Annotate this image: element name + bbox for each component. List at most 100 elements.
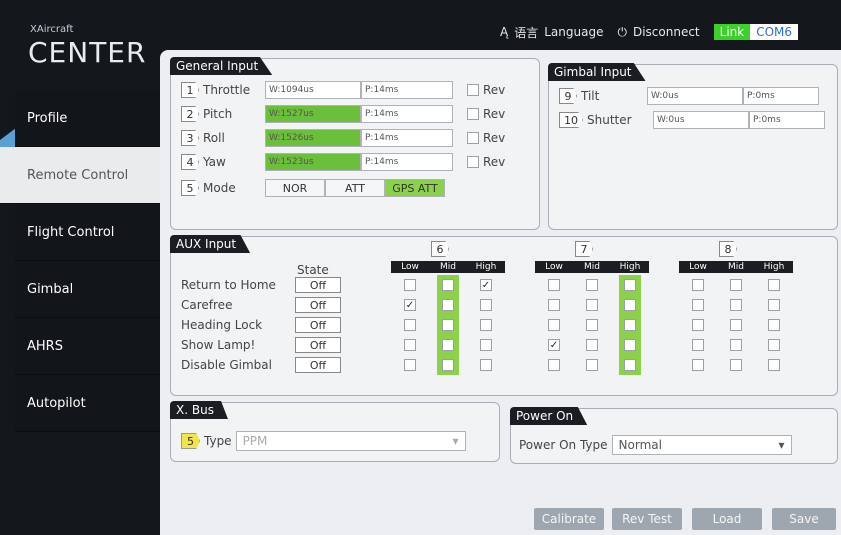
rev-checkbox[interactable] <box>467 156 479 168</box>
general-input-panel: General Input 1 Throttle W:1094us P:14ms… <box>170 57 540 230</box>
calibrate-button[interactable]: Calibrate <box>534 508 604 530</box>
sidebar: Profile Remote Control Flight Control Gi… <box>0 90 165 432</box>
main-content: General Input 1 Throttle W:1094us P:14ms… <box>160 50 841 535</box>
aux-cell <box>581 275 603 295</box>
aux-position-checkbox[interactable] <box>730 359 742 371</box>
rev-label: Rev <box>483 107 506 121</box>
aux-cell <box>475 355 497 375</box>
aux-position-checkbox-checked[interactable]: ✓ <box>548 339 560 351</box>
aux-cell <box>763 355 785 375</box>
aux-position-checkbox-checked[interactable]: ✓ <box>480 279 492 291</box>
disconnect-label: Disconnect <box>632 25 700 39</box>
aux-position-checkbox[interactable] <box>624 359 636 371</box>
sidebar-item-gimbal[interactable]: Gimbal <box>15 261 165 318</box>
aux-position-checkbox[interactable] <box>404 319 416 331</box>
xbus-type-select[interactable]: PPM ▾ <box>235 431 466 451</box>
aux-position-checkbox[interactable] <box>480 339 492 351</box>
power-on-type-value: Normal <box>618 438 662 452</box>
aux-position-checkbox[interactable] <box>548 279 560 291</box>
aux-position-checkbox[interactable] <box>768 299 780 311</box>
aux-position-checkbox[interactable] <box>442 319 454 331</box>
aux-state-toggle[interactable]: Off <box>295 337 341 353</box>
xbus-panel: X. Bus 5 Type PPM ▾ <box>170 401 500 462</box>
aux-position-checkbox[interactable] <box>442 299 454 311</box>
aux-position-checkbox[interactable] <box>692 319 704 331</box>
aux-position-checkbox[interactable] <box>480 319 492 331</box>
rev-checkbox[interactable] <box>467 108 479 120</box>
aux-position-checkbox[interactable] <box>692 279 704 291</box>
language-button[interactable]: Ą 语言 Language <box>500 24 603 41</box>
aux-position-checkbox[interactable] <box>768 339 780 351</box>
mode-nor-button[interactable]: NOR <box>265 179 325 197</box>
load-button[interactable]: Load <box>692 508 762 530</box>
aux-state-toggle[interactable]: Off <box>295 297 341 313</box>
aux-position-checkbox[interactable] <box>730 319 742 331</box>
mode-gps-att-button[interactable]: GPS ATT <box>385 179 445 197</box>
power-on-type-select[interactable]: Normal ▾ <box>611 435 792 455</box>
aux-position-checkbox[interactable] <box>624 279 636 291</box>
aux-position-checkbox[interactable] <box>480 359 492 371</box>
aux-position-checkbox[interactable] <box>730 279 742 291</box>
aux-state-toggle[interactable]: Off <box>295 357 341 373</box>
sidebar-item-remote-control[interactable]: Remote Control <box>0 147 165 204</box>
aux-position-checkbox[interactable] <box>548 319 560 331</box>
aux-position-checkbox[interactable] <box>768 319 780 331</box>
sidebar-item-ahrs[interactable]: AHRS <box>15 318 165 375</box>
aux-position-checkbox[interactable] <box>624 299 636 311</box>
channel-label: Pitch <box>203 107 233 121</box>
aux-cell <box>619 295 641 315</box>
aux-position-checkbox[interactable] <box>692 299 704 311</box>
aux-position-checkbox[interactable] <box>624 319 636 331</box>
aux-position-checkbox[interactable] <box>404 279 416 291</box>
aux-position-checkbox[interactable] <box>480 299 492 311</box>
rev-test-button[interactable]: Rev Test <box>612 508 682 530</box>
aux-position-checkbox[interactable] <box>586 359 598 371</box>
rev-checkbox[interactable] <box>467 132 479 144</box>
aux-position-checkbox[interactable] <box>404 359 416 371</box>
channel-row-roll: 3 Roll W:1526us P:14ms Rev <box>181 129 505 147</box>
aux-position-checkbox[interactable] <box>442 279 454 291</box>
channel-label: Roll <box>203 131 225 145</box>
aux-cell <box>763 275 785 295</box>
disconnect-button[interactable]: ⏻ Disconnect <box>617 25 699 40</box>
aux-cell <box>725 355 747 375</box>
aux-column-header: Low <box>545 262 563 272</box>
sidebar-item-profile[interactable]: Profile <box>15 90 165 147</box>
general-input-title: General Input <box>170 57 273 75</box>
aux-position-checkbox[interactable] <box>692 339 704 351</box>
channel-label: Shutter <box>587 113 632 127</box>
aux-position-checkbox[interactable] <box>586 319 598 331</box>
gimbal-input-panel: Gimbal Input 9 Tilt W:0us P:0ms 10 Shutt… <box>548 63 838 230</box>
aux-position-checkbox[interactable] <box>768 359 780 371</box>
aux-cell <box>399 275 421 295</box>
save-button[interactable]: Save <box>772 508 836 530</box>
sidebar-item-flight-control[interactable]: Flight Control <box>15 204 165 261</box>
aux-position-checkbox-checked[interactable]: ✓ <box>404 299 416 311</box>
link-status-badge: Link <box>713 24 751 40</box>
aux-position-checkbox[interactable] <box>768 279 780 291</box>
aux-position-checkbox[interactable] <box>624 339 636 351</box>
aux-position-checkbox[interactable] <box>692 359 704 371</box>
aux-cell <box>581 295 603 315</box>
aux-position-checkbox[interactable] <box>548 299 560 311</box>
aux-position-checkbox[interactable] <box>586 339 598 351</box>
aux-position-checkbox[interactable] <box>442 359 454 371</box>
aux-position-checkbox[interactable] <box>442 339 454 351</box>
rev-checkbox[interactable] <box>467 84 479 96</box>
language-icon: Ą <box>500 25 509 39</box>
aux-state-toggle[interactable]: Off <box>295 317 341 333</box>
mode-att-button[interactable]: ATT <box>325 179 385 197</box>
aux-channel-number: 6 <box>431 241 449 257</box>
channel-row-yaw: 4 Yaw W:1523us P:14ms Rev <box>181 153 505 171</box>
channel-number: 5 <box>181 180 199 196</box>
aux-state-toggle[interactable]: Off <box>295 277 341 293</box>
language-glyphs: 语言 <box>514 25 539 40</box>
aux-position-checkbox[interactable] <box>404 339 416 351</box>
aux-position-checkbox[interactable] <box>586 299 598 311</box>
sidebar-item-autopilot[interactable]: Autopilot <box>15 375 165 432</box>
aux-position-checkbox[interactable] <box>586 279 598 291</box>
aux-position-checkbox[interactable] <box>548 359 560 371</box>
aux-position-checkbox[interactable] <box>730 299 742 311</box>
rev-label: Rev <box>483 83 506 97</box>
aux-position-checkbox[interactable] <box>730 339 742 351</box>
